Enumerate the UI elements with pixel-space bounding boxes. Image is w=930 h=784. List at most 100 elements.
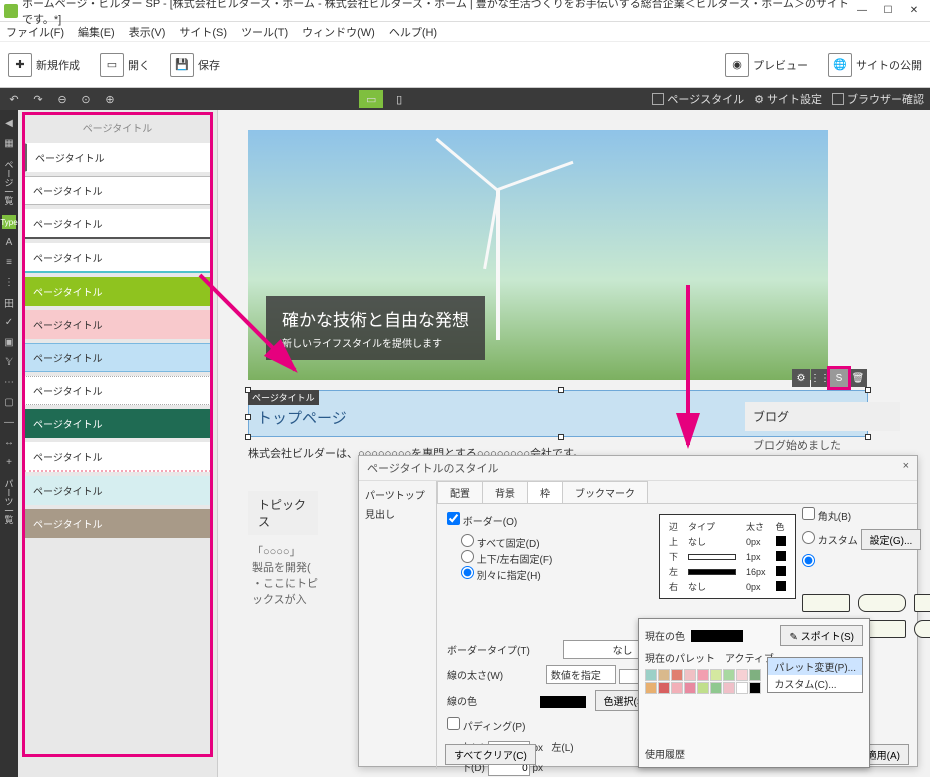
menu-edit[interactable]: 編集(E) (78, 24, 115, 40)
undo-icon[interactable]: ↶ (6, 91, 22, 107)
page-style-button[interactable]: ページスタイル (652, 91, 744, 107)
line-width-mode[interactable]: 数値を指定 (546, 665, 616, 684)
style-sample-11[interactable]: ページタイトル (24, 476, 211, 505)
block-settings-icon[interactable]: ⚙ (792, 369, 810, 387)
color-swatch[interactable] (710, 669, 722, 681)
redo-icon[interactable]: ↷ (30, 91, 46, 107)
dlg-tab-placement[interactable]: 配置 (437, 481, 483, 503)
device-desktop-tab[interactable]: ▭ (359, 90, 383, 108)
menu-file[interactable]: ファイル(F) (6, 24, 64, 40)
sidebar-table-icon[interactable]: 田 (2, 295, 16, 309)
color-swatch[interactable] (736, 669, 748, 681)
color-swatch[interactable] (697, 682, 709, 694)
sidebar-type-icon[interactable]: Type (2, 215, 16, 229)
topics-heading[interactable]: トピックス (248, 491, 318, 535)
eyedropper-button[interactable]: ✎ スポイト(S) (780, 625, 863, 646)
hero-image[interactable]: 確かな技術と自由な発想 新しいライフスタイルを提供します (248, 130, 828, 380)
sidebar-plus-icon[interactable]: + (2, 455, 16, 469)
color-swatch[interactable] (723, 669, 735, 681)
style-sample-4[interactable]: ページタイトル (24, 243, 211, 273)
color-swatch[interactable] (684, 669, 696, 681)
border-row-bottom[interactable]: 下1px (664, 549, 791, 564)
style-sample-8[interactable]: ページタイトル (24, 376, 211, 405)
sidebar-hr-icon[interactable]: — (2, 415, 16, 429)
zoom-in-icon[interactable]: ⊕ (102, 91, 118, 107)
round-checkbox[interactable]: 角丸(B) (802, 512, 851, 523)
maximize-button[interactable]: ☐ (876, 2, 900, 20)
dlg-left-item-1[interactable]: 見出し (363, 504, 432, 523)
dlg-tab-bookmark[interactable]: ブックマーク (562, 481, 648, 503)
style-sample-7[interactable]: ページタイトル (24, 343, 211, 372)
round-sample[interactable] (914, 620, 930, 638)
color-swatch[interactable] (697, 669, 709, 681)
zoom-out-icon[interactable]: ⊖ (54, 91, 70, 107)
zoom-reset-icon[interactable]: ⊙ (78, 91, 94, 107)
color-swatch[interactable] (736, 682, 748, 694)
dlg-left-item-0[interactable]: パーツトップ (363, 485, 432, 504)
sidebar-text-icon[interactable]: A (2, 235, 16, 249)
dialog-close-button[interactable]: × (903, 460, 909, 476)
sidebar-twitter-icon[interactable]: 𝕐 (2, 355, 16, 369)
resize-handle[interactable] (558, 434, 564, 440)
palette-custom-item[interactable]: カスタム(C)... (768, 675, 862, 692)
round-sample[interactable] (914, 594, 930, 612)
color-swatch[interactable] (658, 669, 670, 681)
resize-handle[interactable] (865, 387, 871, 393)
preview-button[interactable]: ◉プレビュー (725, 53, 808, 77)
border-opt-each[interactable]: 別々に指定(H) (461, 571, 541, 582)
minimize-button[interactable]: — (850, 2, 874, 20)
border-opt-tb[interactable]: 上下/左右固定(F) (461, 555, 552, 566)
round-custom-radio[interactable]: カスタム (802, 536, 858, 547)
color-swatch[interactable] (671, 669, 683, 681)
color-swatch[interactable] (645, 669, 657, 681)
sidebar-more-icon[interactable]: ⋯ (2, 375, 16, 389)
border-checkbox[interactable]: ボーダー(O) (447, 517, 517, 528)
menu-help[interactable]: ヘルプ(H) (389, 24, 437, 40)
color-swatch[interactable] (749, 669, 761, 681)
new-button[interactable]: ✚新規作成 (8, 53, 80, 77)
color-swatch[interactable] (684, 682, 696, 694)
device-mobile-tab[interactable]: ▯ (387, 90, 411, 108)
site-settings-button[interactable]: ⚙サイト設定 (754, 91, 822, 107)
close-button[interactable]: ✕ (902, 2, 926, 20)
sidebar-map-icon[interactable]: ▢ (2, 395, 16, 409)
blog-heading[interactable]: ブログ (745, 402, 900, 431)
block-delete-icon[interactable]: 🗑 (849, 369, 867, 387)
style-sample-9[interactable]: ページタイトル (24, 409, 211, 438)
style-sample-10[interactable]: ページタイトル (24, 442, 211, 472)
resize-handle[interactable] (245, 434, 251, 440)
style-sample-12[interactable]: ページタイトル (24, 509, 211, 538)
sidebar-pages-icon[interactable]: ▦ (2, 136, 16, 150)
menu-site[interactable]: サイト(S) (179, 24, 227, 40)
sidebar-collapse-icon[interactable]: ◀ (2, 116, 16, 130)
style-sample-2[interactable]: ページタイトル (24, 176, 211, 205)
dlg-tab-border[interactable]: 枠 (527, 481, 563, 503)
color-swatch[interactable] (658, 682, 670, 694)
sidebar-check-icon[interactable]: ✓ (2, 315, 16, 329)
color-swatch[interactable] (645, 682, 657, 694)
block-grid-icon[interactable]: ⋮⋮ (811, 369, 829, 387)
menu-window[interactable]: ウィンドウ(W) (302, 24, 375, 40)
save-button[interactable]: 💾保存 (170, 53, 220, 77)
border-row-top[interactable]: 上なし0px (664, 534, 791, 549)
publish-button[interactable]: 🌐サイトの公開 (828, 53, 922, 77)
border-row-right[interactable]: 右なし0px (664, 579, 791, 594)
border-row-left[interactable]: 左16px (664, 564, 791, 579)
style-sample-5[interactable]: ページタイトル (24, 277, 211, 306)
sidebar-bullet-icon[interactable]: ⋮ (2, 275, 16, 289)
round-sample[interactable] (858, 594, 906, 612)
padding-checkbox[interactable]: パディング(P) (447, 722, 525, 733)
round-settings-button[interactable]: 設定(G)... (861, 529, 922, 550)
round-preset-radio[interactable] (802, 554, 815, 567)
palette-change-item[interactable]: パレット変更(P)... (768, 658, 862, 675)
resize-handle[interactable] (245, 414, 251, 420)
menu-tools[interactable]: ツール(T) (241, 24, 288, 40)
sidebar-image-icon[interactable]: ▣ (2, 335, 16, 349)
color-swatch[interactable] (710, 682, 722, 694)
color-swatch[interactable] (749, 682, 761, 694)
border-opt-all[interactable]: すべて固定(D) (461, 539, 540, 550)
dlg-tab-background[interactable]: 背景 (482, 481, 528, 503)
open-button[interactable]: ▭開く (100, 53, 150, 77)
style-sample-3[interactable]: ページタイトル (24, 209, 211, 239)
clear-all-button[interactable]: すべてクリア(C) (445, 744, 536, 765)
